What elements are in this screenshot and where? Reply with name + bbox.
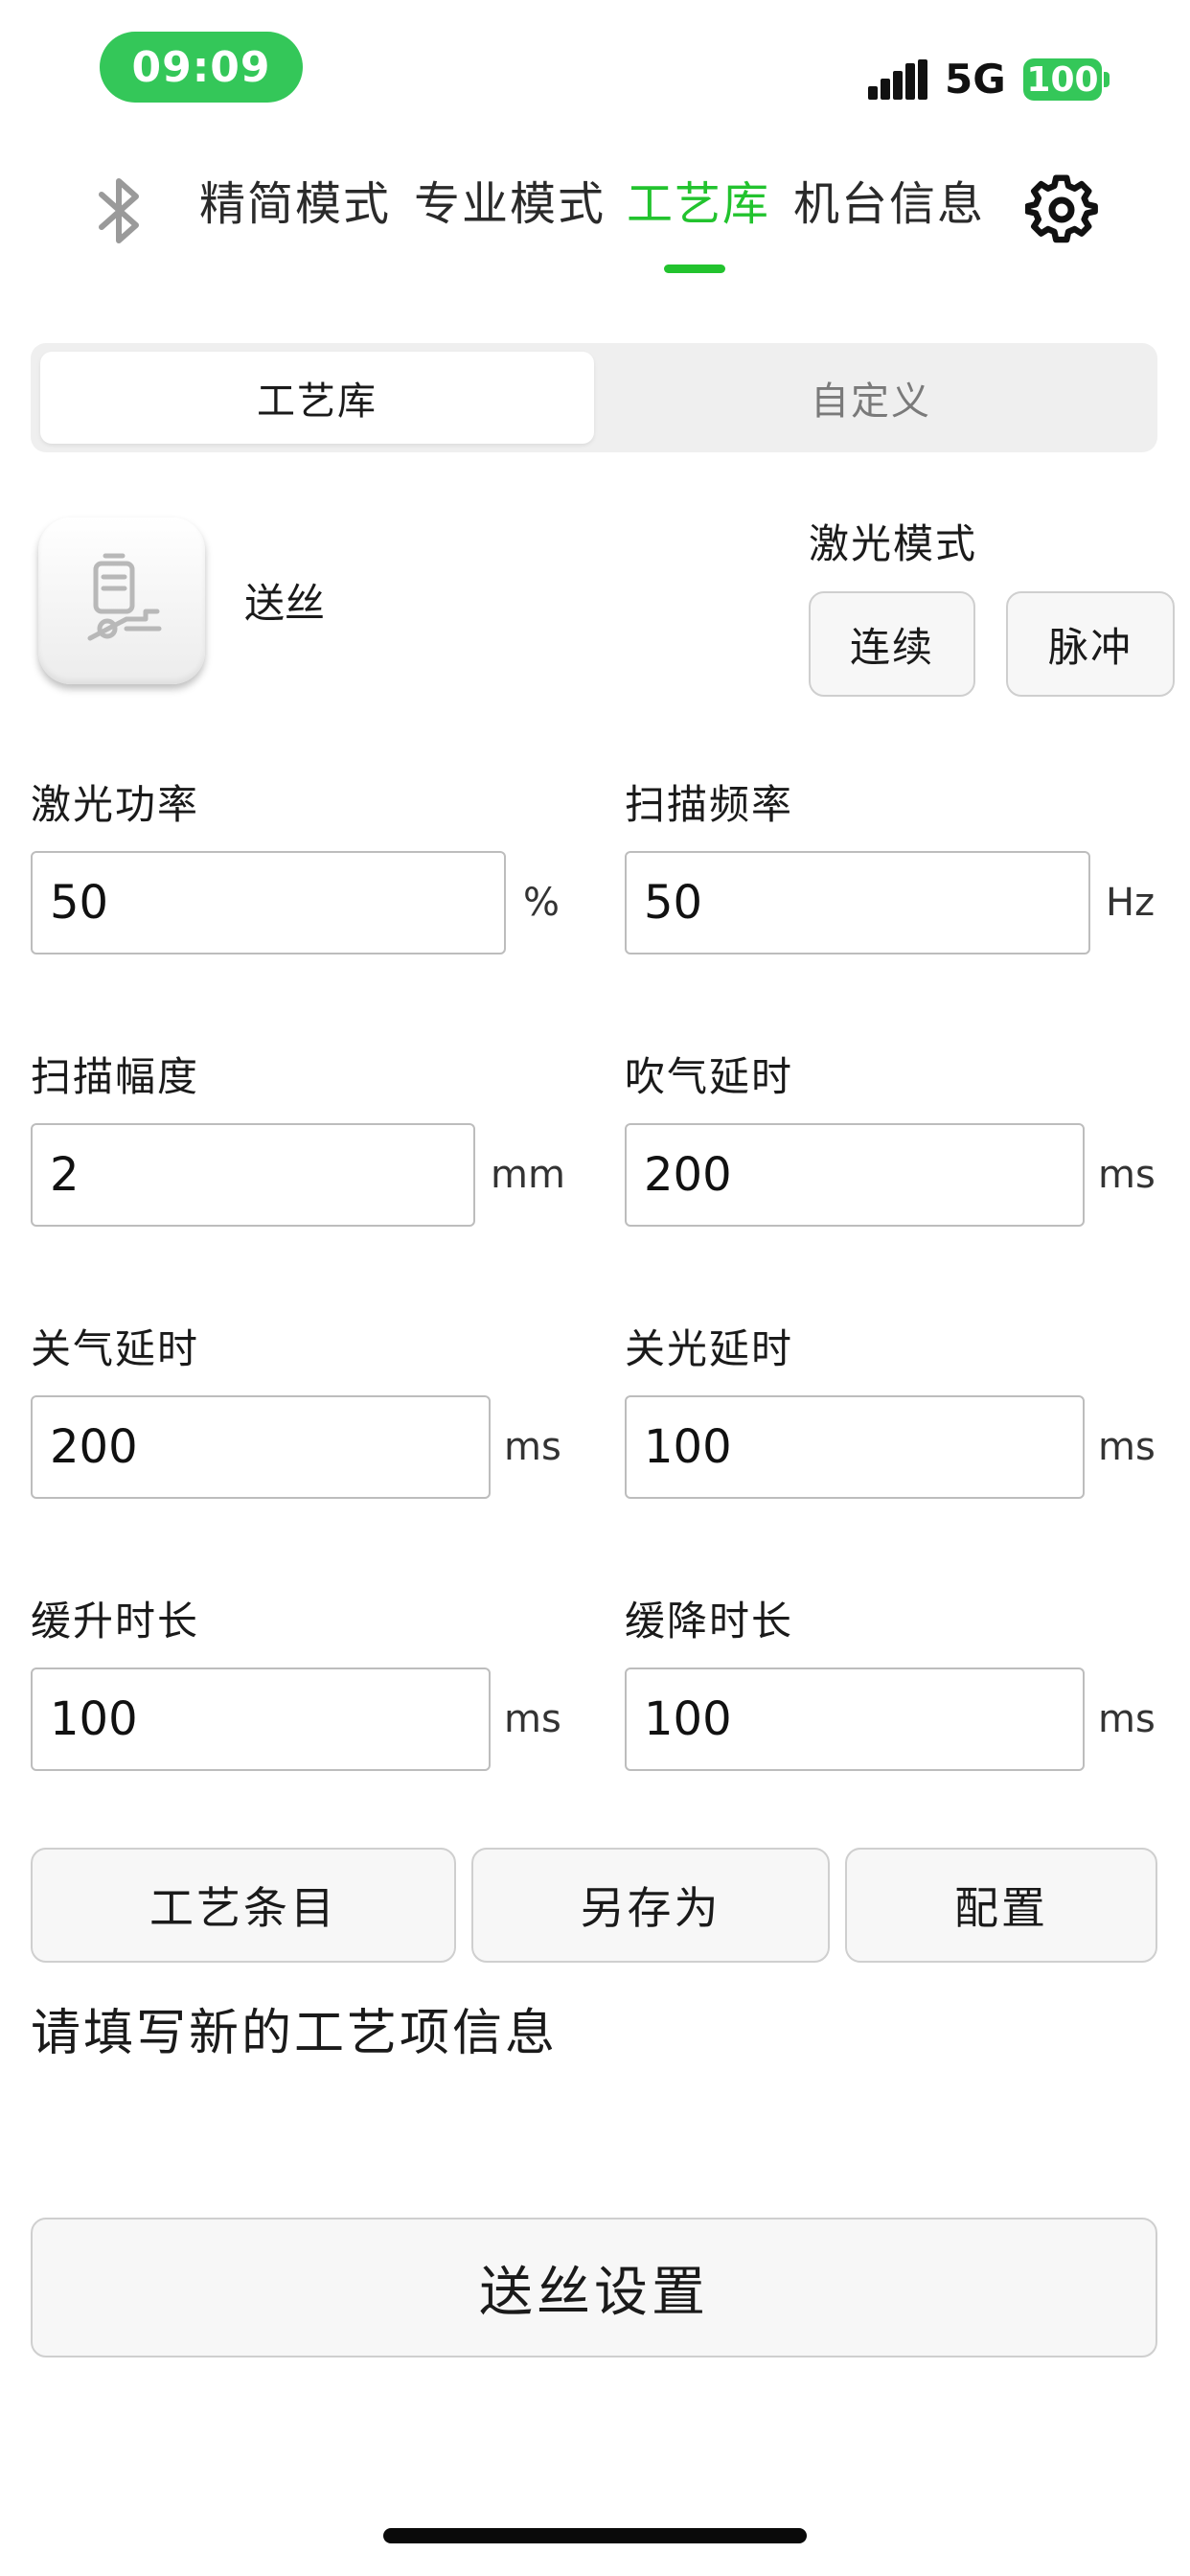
ramp-up-time-input[interactable]: 100 (31, 1668, 491, 1771)
process-entries-button[interactable]: 工艺条目 (31, 1848, 456, 1963)
field-label-scan-amplitude: 扫描幅度 (31, 1053, 200, 1100)
battery-tip (1104, 72, 1110, 87)
unit-ms: ms (1098, 1153, 1156, 1197)
cellular-signal-icon (868, 59, 927, 100)
network-type: 5G (945, 56, 1006, 103)
process-name: 送丝 (244, 580, 326, 627)
blow-delay-input[interactable]: 200 (625, 1123, 1085, 1227)
field-label-blow-delay: 吹气延时 (625, 1053, 794, 1100)
laser-mode-continuous-button[interactable]: 连续 (809, 591, 975, 697)
tab-process-library[interactable]: 工艺库 (627, 172, 770, 236)
tab-machine-info[interactable]: 机台信息 (793, 172, 985, 236)
config-button[interactable]: 配置 (845, 1848, 1157, 1963)
unit-ms: ms (1098, 1425, 1156, 1469)
tab-pro-mode[interactable]: 专业模式 (414, 172, 606, 236)
ramp-down-time-input[interactable]: 100 (625, 1668, 1085, 1771)
hint-text: 请填写新的工艺项信息 (31, 2005, 559, 2062)
tab-simple-mode[interactable]: 精简模式 (199, 172, 391, 236)
laser-mode-label: 激光模式 (809, 520, 978, 567)
field-label-ramp-down-time: 缓降时长 (625, 1598, 794, 1644)
field-label-scan-frequency: 扫描频率 (625, 781, 794, 828)
unit-ms: ms (1098, 1697, 1156, 1741)
field-label-light-off-delay: 关光延时 (625, 1325, 794, 1372)
home-indicator[interactable] (383, 2528, 807, 2543)
scan-amplitude-input[interactable]: 2 (31, 1123, 475, 1227)
unit-mm: mm (491, 1153, 565, 1197)
field-label-laser-power: 激光功率 (31, 781, 200, 828)
bluetooth-icon[interactable] (80, 168, 157, 254)
scan-frequency-input[interactable]: 50 (625, 851, 1090, 954)
status-time: 09:09 (100, 32, 303, 103)
gas-off-delay-input[interactable]: 200 (31, 1395, 491, 1499)
battery-icon: 100 (1023, 58, 1102, 101)
segment-custom[interactable]: 自定义 (594, 352, 1148, 444)
laser-mode-pulse-button[interactable]: 脉冲 (1006, 591, 1175, 697)
active-tab-indicator (664, 264, 725, 273)
library-segment-control: 工艺库 自定义 (31, 343, 1157, 452)
save-as-button[interactable]: 另存为 (471, 1848, 830, 1963)
unit-hz: Hz (1106, 881, 1156, 925)
field-label-ramp-up-time: 缓升时长 (31, 1598, 200, 1644)
wire-feed-settings-button[interactable]: 送丝设置 (31, 2218, 1157, 2358)
gear-icon[interactable] (1024, 174, 1098, 247)
unit-ms: ms (504, 1697, 561, 1741)
wire-feeder-icon[interactable] (38, 518, 205, 684)
unit-ms: ms (504, 1425, 561, 1469)
light-off-delay-input[interactable]: 100 (625, 1395, 1085, 1499)
laser-power-input[interactable]: 50 (31, 851, 506, 954)
unit-percent: % (523, 881, 561, 925)
field-label-gas-off-delay: 关气延时 (31, 1325, 200, 1372)
segment-process-library[interactable]: 工艺库 (40, 352, 594, 444)
